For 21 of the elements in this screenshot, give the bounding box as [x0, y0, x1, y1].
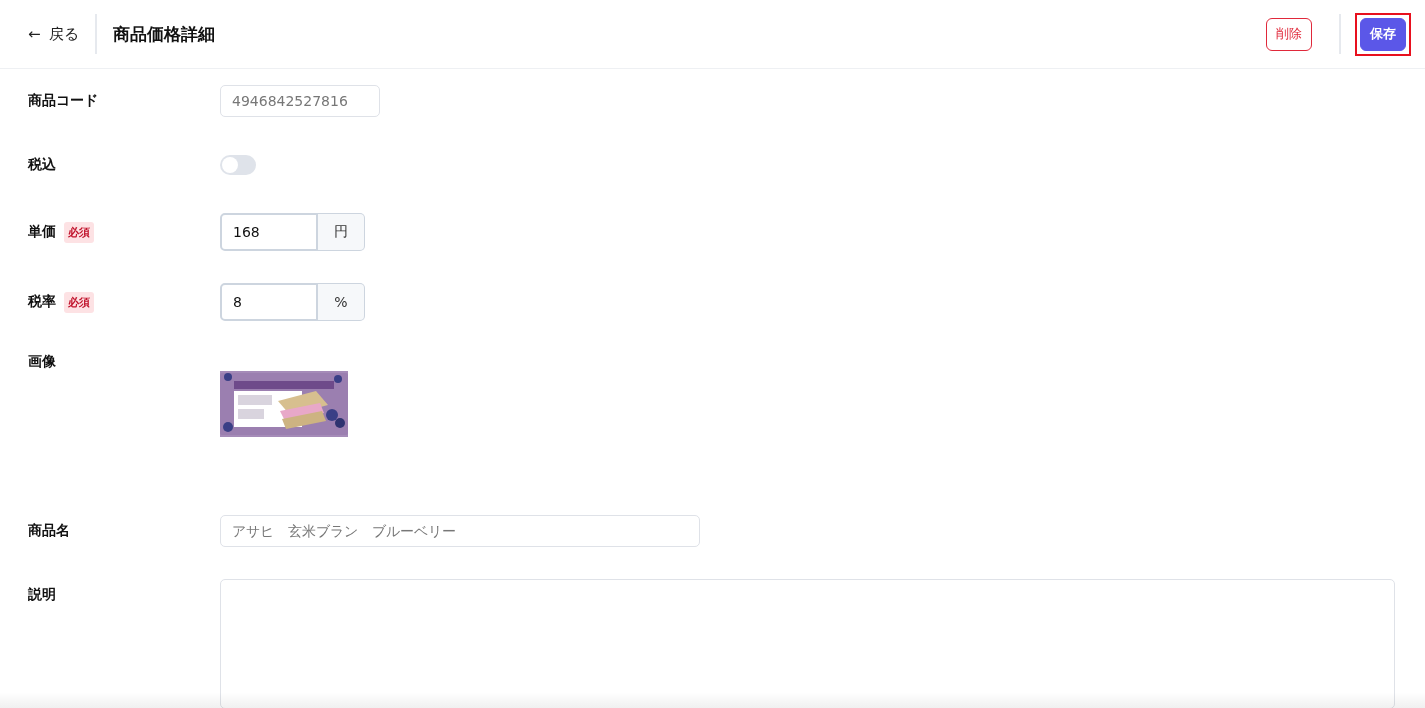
- field-label: 単価: [28, 223, 56, 241]
- unit-label: 円: [318, 213, 365, 251]
- page-title: 商品価格詳細: [112, 22, 215, 46]
- number-field[interactable]: 8: [220, 283, 318, 321]
- field-label: 画像: [28, 353, 56, 371]
- delete-button[interactable]: 削除: [1266, 17, 1312, 51]
- number-field[interactable]: 168: [220, 213, 318, 251]
- field-label: 商品名: [28, 522, 70, 540]
- required-tag: 必須: [64, 221, 94, 243]
- text-field[interactable]: アサヒ 玄米ブラン ブルーベリー: [220, 515, 700, 547]
- unit-label: %: [318, 283, 365, 321]
- field-label: 税込: [28, 156, 56, 174]
- required-tag: 必須: [64, 291, 94, 313]
- save-button[interactable]: 保存: [1360, 17, 1406, 51]
- toggle-switch[interactable]: [220, 155, 256, 175]
- description-field[interactable]: [220, 579, 1395, 708]
- field-label: 説明: [28, 586, 56, 604]
- text-field[interactable]: 4946842527816: [220, 85, 380, 117]
- field-label: 商品コード: [28, 92, 98, 110]
- back-link[interactable]: ← 戻る: [28, 24, 79, 44]
- field-label: 税率: [28, 293, 56, 311]
